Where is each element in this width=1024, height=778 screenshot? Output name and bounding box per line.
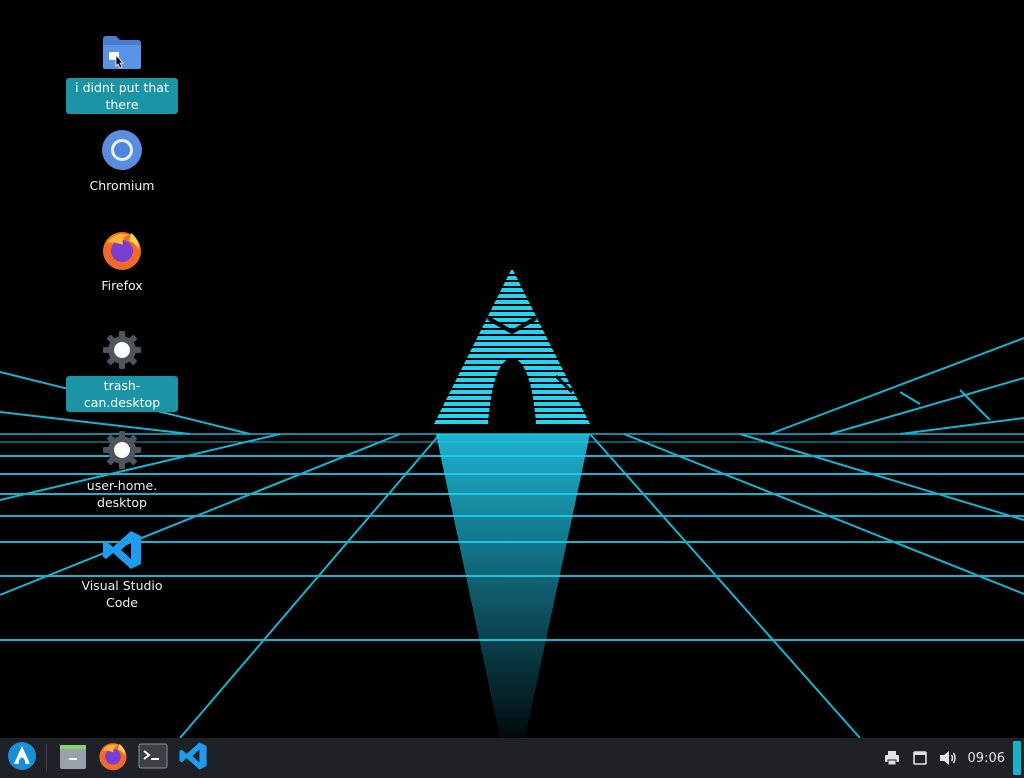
desktop-icon-user-home[interactable]: user-home. desktop xyxy=(66,428,178,512)
gear-icon xyxy=(100,428,144,472)
show-desktop-button[interactable] xyxy=(1013,741,1021,775)
desktop-icon-label: Chromium xyxy=(89,178,155,193)
taskbar-app-vscode[interactable] xyxy=(173,738,213,778)
desktop-icon-chromium[interactable]: Chromium xyxy=(66,128,178,195)
desktop-icon-label: i didnt put that there xyxy=(66,78,178,114)
system-tray: 09:06 xyxy=(878,738,1024,778)
application-launcher-button[interactable] xyxy=(2,738,42,778)
vscode-icon xyxy=(100,528,144,572)
desktop-icon-label: trash-can.desktop xyxy=(66,376,178,412)
taskbar: 09:06 xyxy=(0,738,1024,778)
gear-icon xyxy=(100,328,144,372)
light-beam xyxy=(436,434,590,738)
vscode-icon xyxy=(178,741,208,775)
chromium-icon xyxy=(100,128,144,172)
arch-logo-icon xyxy=(7,741,37,775)
terminal-icon xyxy=(138,742,168,774)
taskbar-app-firefox[interactable] xyxy=(93,738,133,778)
desktop-icon-trash-can[interactable]: trash-can.desktop xyxy=(66,328,178,412)
digital-clock[interactable]: 09:06 xyxy=(968,751,1005,766)
firefox-icon xyxy=(98,741,128,775)
desktop-icon-vscode[interactable]: Visual Studio Code xyxy=(66,528,178,612)
desktop-icon-label: user-home. desktop xyxy=(86,478,158,510)
taskbar-app-file-manager[interactable] xyxy=(53,738,93,778)
desktop-icon-folder[interactable]: i didnt put that there xyxy=(66,30,178,114)
file-manager-icon xyxy=(58,741,88,775)
folder-icon xyxy=(100,30,144,74)
desktop-icon-label: Firefox xyxy=(101,278,143,293)
taskbar-app-terminal[interactable] xyxy=(133,738,173,778)
taskbar-separator xyxy=(46,744,47,772)
arch-logo-wallpaper xyxy=(434,268,590,424)
desktop-icon-label: Visual Studio Code xyxy=(81,578,163,610)
desktop-icon-firefox[interactable]: Firefox xyxy=(66,228,178,295)
firefox-icon xyxy=(100,228,144,272)
printer-icon[interactable] xyxy=(878,738,906,778)
clipboard-icon[interactable] xyxy=(906,738,934,778)
volume-icon[interactable] xyxy=(934,738,962,778)
